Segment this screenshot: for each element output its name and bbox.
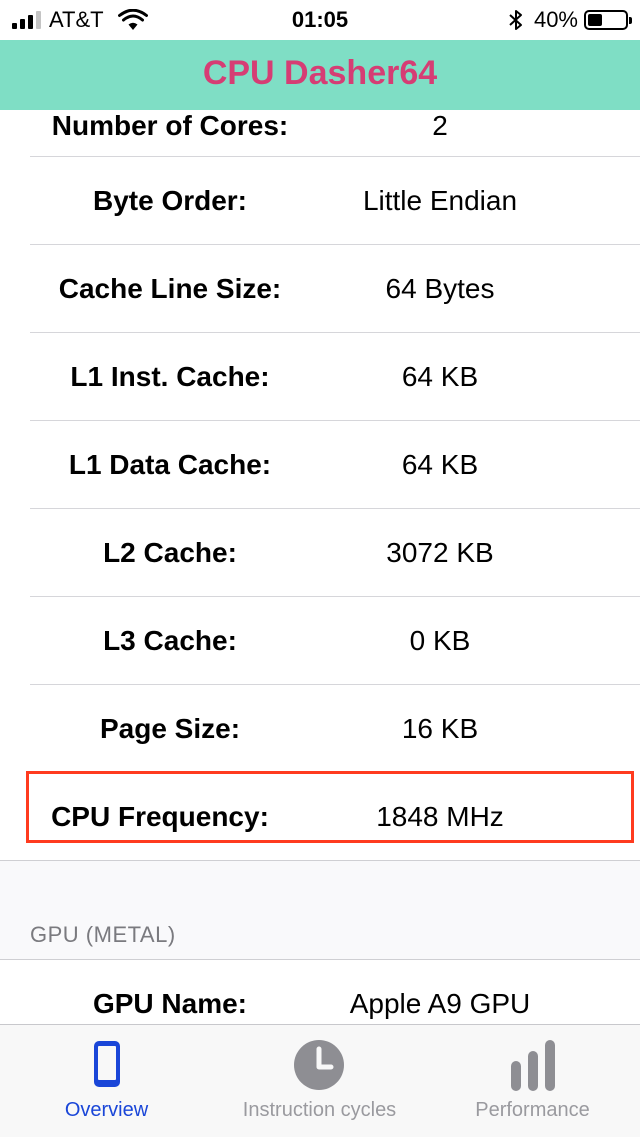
tab-label: Overview xyxy=(64,1099,149,1121)
battery-fill xyxy=(588,14,602,26)
phone-icon xyxy=(94,1041,120,1087)
row-label: GPU Name: xyxy=(92,988,248,1019)
row-label: L3 Cache: xyxy=(103,625,237,656)
tab-label: Instruction cycles xyxy=(242,1099,397,1121)
app-header: CPU Dasher64 xyxy=(0,40,640,110)
row-l1-inst-cache: L1 Inst. Cache: 64 KB xyxy=(0,333,640,421)
row-label: Page Size: xyxy=(99,713,241,744)
tab-instruction-cycles[interactable]: Instruction cycles xyxy=(213,1025,426,1137)
row-l3-cache: L3 Cache: 0 KB xyxy=(0,597,640,685)
row-value: 2 xyxy=(432,110,448,141)
row-label: L2 Cache: xyxy=(103,537,237,568)
row-label: L1 Data Cache: xyxy=(68,449,272,480)
highlight-box xyxy=(26,771,634,843)
row-value: Apple A9 GPU xyxy=(349,988,531,1019)
battery-nub xyxy=(629,17,632,24)
status-bar: AT&T 01:05 40% xyxy=(0,0,640,40)
row-label: Byte Order: xyxy=(92,185,248,216)
bar-chart-icon xyxy=(511,1040,555,1091)
bluetooth-icon xyxy=(509,10,522,30)
status-right: 40% xyxy=(508,7,632,33)
row-label: L1 Inst. Cache: xyxy=(70,361,270,392)
row-value: Little Endian xyxy=(362,185,518,216)
app-title: CPU Dasher64 xyxy=(202,54,438,92)
tab-overview[interactable]: Overview xyxy=(0,1025,213,1137)
row-page-size: Page Size: 16 KB xyxy=(0,685,640,773)
row-byte-order: Byte Order: Little Endian xyxy=(0,157,640,245)
tab-label: Performance xyxy=(475,1099,590,1121)
row-cache-line-size: Cache Line Size: 64 Bytes xyxy=(0,245,640,333)
section-header-gpu: GPU (METAL) xyxy=(30,922,176,947)
row-value: 3072 KB xyxy=(386,537,494,568)
row-value: 0 KB xyxy=(409,625,471,656)
row-value: 64 Bytes xyxy=(385,273,495,304)
row-l1-data-cache: L1 Data Cache: 64 KB xyxy=(0,421,640,509)
tab-performance[interactable]: Performance xyxy=(426,1025,639,1137)
tab-bar: Overview Instruction cycles Performance xyxy=(0,1024,640,1137)
row-label: Number of Cores: xyxy=(51,110,289,141)
row-value: 64 KB xyxy=(401,361,479,392)
row-value: 16 KB xyxy=(401,713,479,744)
row-value: 64 KB xyxy=(401,449,479,480)
battery-percent: 40% xyxy=(533,7,578,32)
clock-icon xyxy=(294,1040,344,1090)
row-label: Cache Line Size: xyxy=(58,273,282,304)
battery-icon xyxy=(584,10,632,30)
row-l2-cache: L2 Cache: 3072 KB xyxy=(0,509,640,597)
